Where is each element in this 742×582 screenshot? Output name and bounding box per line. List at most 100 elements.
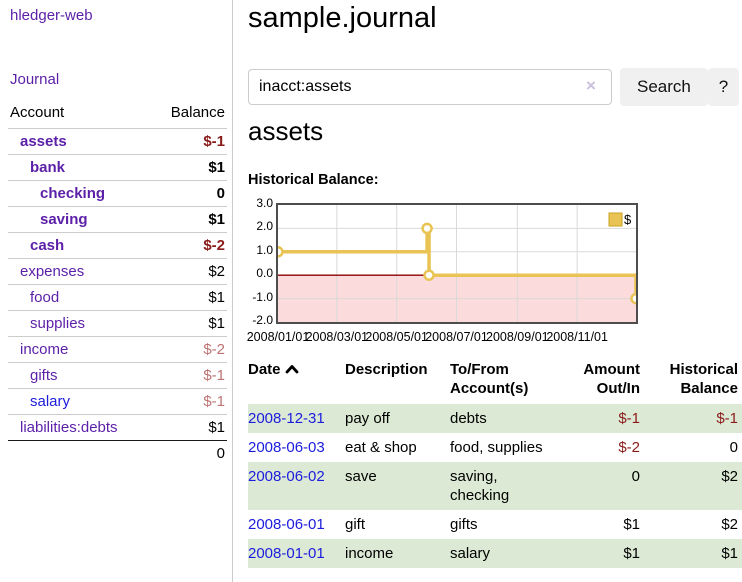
account-row: supplies $1: [8, 310, 227, 336]
account-link[interactable]: salary: [8, 393, 70, 411]
x-axis-label: 2008/03/01: [306, 330, 369, 344]
account-link[interactable]: checking: [8, 185, 105, 203]
account-balance: 0: [217, 185, 225, 203]
chart-plot-area: $: [276, 203, 638, 324]
col-header-balance: HistoricalBalance: [644, 358, 742, 404]
page-title: sample.journal: [248, 2, 437, 35]
account-link[interactable]: cash: [8, 237, 64, 255]
account-link[interactable]: supplies: [8, 315, 85, 333]
accounts-header-balance: Balance: [171, 104, 225, 121]
account-tree: assets$-1bank$1checking0saving$1cash$-2e…: [8, 128, 227, 440]
transactions-table: Date Description To/FromAccount(s) Amoun…: [248, 358, 742, 568]
account-link[interactable]: liabilities:debts: [8, 419, 118, 437]
account-balance: $-2: [203, 237, 225, 255]
accounts-panel: Account Balance assets $-1 bank $1 checking 0…: [8, 100, 227, 467]
x-axis-label: 2008/05/01: [365, 330, 428, 344]
search-form: × Search ?: [248, 68, 742, 108]
account-row: gifts $-1: [8, 362, 227, 388]
account-balance: $1: [208, 419, 225, 437]
accounts-total-value: 0: [217, 445, 225, 462]
sort-asc-icon: [285, 364, 299, 374]
col-header-amount: AmountOut/In: [578, 358, 644, 404]
x-axis-label: 2008/01/01: [247, 330, 310, 344]
account-row: income $-2: [8, 336, 227, 362]
transaction-date-cell: 2008-06-01: [248, 510, 345, 539]
transaction-balance: $1: [644, 539, 742, 568]
transaction-balance: $2: [644, 510, 742, 539]
account-balance: $1: [208, 315, 225, 333]
transaction-description: save: [345, 462, 450, 510]
transaction-date-link[interactable]: 2008-01-01: [248, 545, 325, 562]
account-link[interactable]: food: [8, 289, 59, 307]
transaction-amount: $1: [578, 510, 644, 539]
account-link[interactable]: assets: [8, 133, 67, 151]
transaction-row: 2008-06-01 giftgifts$1$2: [248, 510, 742, 539]
account-link[interactable]: saving: [8, 211, 88, 229]
account-row: cash $-2: [8, 232, 227, 258]
search-button[interactable]: Search: [620, 68, 708, 106]
accounts-total-row: 0: [8, 440, 227, 467]
transaction-row: 2008-06-02savesaving,checking0$2: [248, 462, 742, 510]
transaction-description: eat & shop: [345, 433, 450, 462]
transaction-amount: $-2: [578, 433, 644, 462]
accounts-header-account: Account: [10, 104, 64, 121]
x-axis-label: 2008/07/01: [425, 330, 488, 344]
transaction-date-cell: 2008-01-01: [248, 539, 345, 568]
account-link[interactable]: bank: [8, 159, 65, 177]
transactions-body: 2008-12-31pay offdebts$-1$-12008-06-03ea…: [248, 404, 742, 568]
account-row: saving$1: [8, 206, 227, 232]
transaction-date-link[interactable]: 2008-06-02: [248, 468, 325, 485]
y-axis-label: 2.0: [248, 219, 273, 233]
account-row: assets $-1: [8, 128, 227, 154]
transaction-description: pay off: [345, 404, 450, 433]
x-axis-label: 2008/09/01: [486, 330, 549, 344]
transaction-date-cell: 2008-12-31: [248, 404, 345, 433]
y-axis-label: 1.0: [248, 243, 273, 257]
transaction-row: 2008-06-03 eat & shopfood, supplies$-20: [248, 433, 742, 462]
col-header-description: Description: [345, 358, 450, 404]
clear-search-icon[interactable]: ×: [586, 76, 596, 96]
accounts-header-row: Account Balance: [8, 100, 227, 128]
transaction-accounts: debts: [450, 404, 578, 433]
account-link[interactable]: gifts: [8, 367, 58, 385]
col-header-date[interactable]: Date: [248, 358, 345, 404]
transaction-date-link[interactable]: 2008-12-31: [248, 410, 325, 427]
transaction-accounts: salary: [450, 539, 578, 568]
col-header-accounts: To/FromAccount(s): [450, 358, 578, 404]
transaction-date-link[interactable]: 2008-06-03: [248, 439, 325, 456]
account-balance: $-1: [203, 133, 225, 151]
transaction-balance: $-1: [644, 404, 742, 433]
account-balance: $-2: [203, 341, 225, 359]
y-axis-label: -2.0: [248, 313, 273, 327]
date-header-label: Date: [248, 361, 281, 378]
y-axis-label: 0.0: [248, 266, 273, 280]
account-balance: $1: [208, 289, 225, 307]
transaction-accounts: food, supplies: [450, 433, 578, 462]
transaction-date-cell: 2008-06-02: [248, 462, 345, 510]
sidebar: hledger-web Journal Account Balance asse…: [0, 0, 233, 582]
account-link[interactable]: expenses: [8, 263, 84, 281]
main-content: sample.journal × Search ? assets Histori…: [248, 0, 742, 582]
balance-line-series: $: [278, 205, 636, 322]
account-balance: $-1: [203, 367, 225, 385]
transaction-balance: 0: [644, 433, 742, 462]
transactions-header-row: Date Description To/FromAccount(s) Amoun…: [248, 358, 742, 404]
transaction-description: income: [345, 539, 450, 568]
journal-nav-link[interactable]: Journal: [10, 71, 59, 88]
app-title-link[interactable]: hledger-web: [10, 7, 93, 24]
historical-balance-chart: 3.0 2.0 1.0 0.0 -1.0 -2.0 $ 2008/01/012008/03…: [248, 198, 742, 350]
account-row: salary$-1: [8, 388, 227, 414]
svg-text:$: $: [624, 212, 632, 227]
account-row: bank $1: [8, 154, 227, 180]
help-button[interactable]: ?: [708, 68, 739, 106]
y-axis-label: -1.0: [248, 290, 273, 304]
search-input[interactable]: [248, 69, 612, 105]
transaction-balance: $2: [644, 462, 742, 510]
transaction-amount: 0: [578, 462, 644, 510]
transaction-description: gift: [345, 510, 450, 539]
account-balance: $1: [208, 159, 225, 177]
y-axis-label: 3.0: [248, 196, 273, 210]
account-link[interactable]: income: [8, 341, 68, 359]
transaction-date-link[interactable]: 2008-06-01: [248, 516, 325, 533]
transaction-accounts: gifts: [450, 510, 578, 539]
